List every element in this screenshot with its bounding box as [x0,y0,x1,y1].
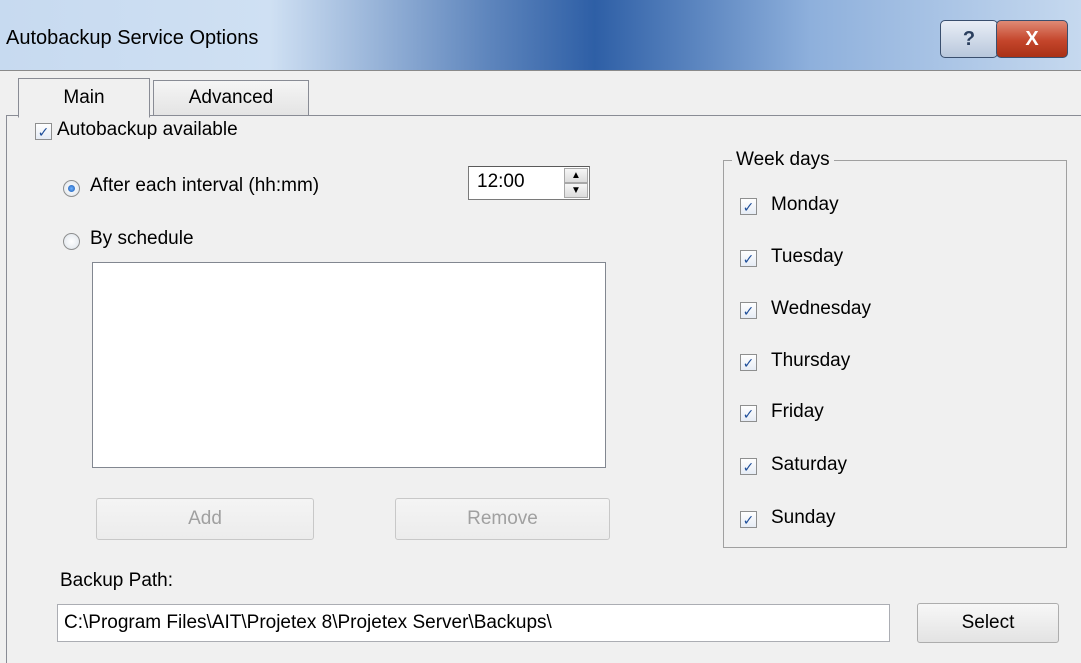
autobackup-checkbox[interactable]: ✓ [35,123,52,140]
window-title: Autobackup Service Options [6,27,259,49]
tab-advanced[interactable]: Advanced [153,80,309,115]
title-bar: Autobackup Service Options ? X [0,0,1081,70]
checkmark-icon: ✓ [37,123,50,140]
tab-main[interactable]: Main [18,78,150,118]
autobackup-label: Autobackup available [57,119,246,141]
help-button[interactable]: ? [940,20,998,58]
tab-panel [6,115,1081,663]
close-button[interactable]: X [996,20,1068,58]
